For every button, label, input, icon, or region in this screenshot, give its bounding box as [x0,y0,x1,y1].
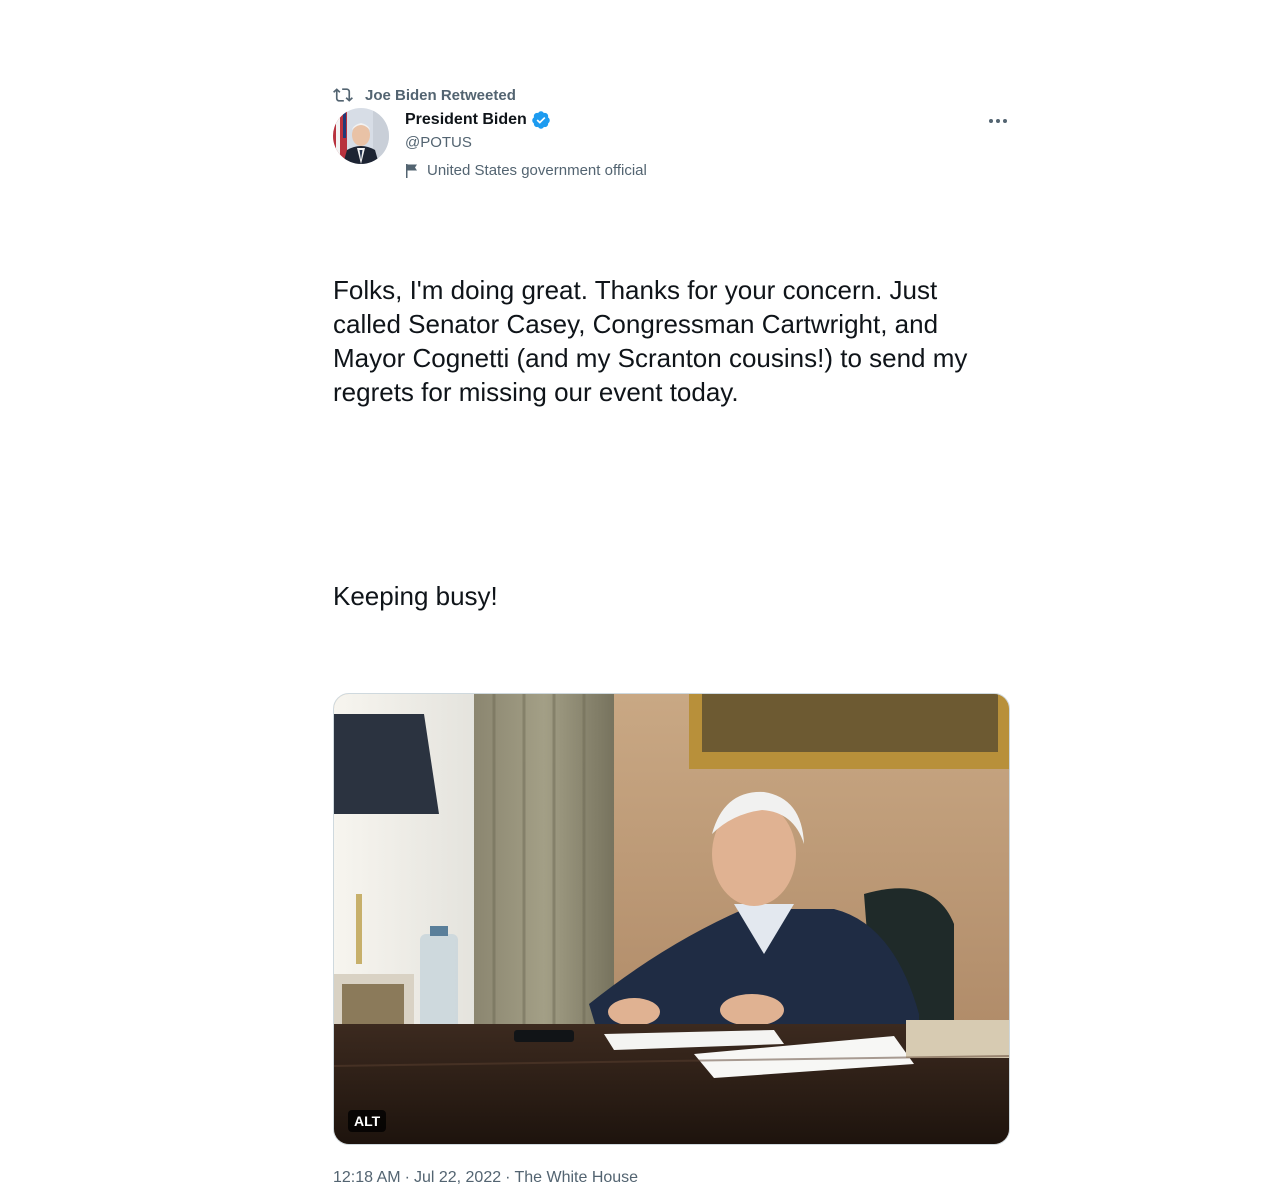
author-row: President Biden @POTUS United States gov [333,108,1010,179]
tweet: Joe Biden Retweeted President Biden @POT… [333,84,1010,1187]
government-label[interactable]: United States government official [405,162,647,179]
author-meta: President Biden @POTUS United States gov [405,108,647,179]
tweet-date[interactable]: Jul 22, 2022 [414,1169,501,1187]
alt-text-badge[interactable]: ALT [348,1110,387,1132]
separator: · [505,1169,511,1186]
verified-badge-icon[interactable] [531,110,551,130]
government-label-text: United States government official [427,162,647,179]
tweet-photo[interactable]: ALT [333,693,1010,1145]
tweet-time[interactable]: 12:18 AM [333,1169,401,1187]
tweet-source[interactable]: The White House [514,1169,638,1187]
tweet-metadata: 12:18 AM · Jul 22, 2022 · The White Hous… [333,1169,1010,1187]
author-name-line[interactable]: President Biden [405,108,647,132]
retweet-icon [333,85,353,105]
more-options-button[interactable] [986,108,1010,132]
more-options-icon [988,111,1008,129]
avatar[interactable] [333,108,389,164]
separator: · [404,1169,410,1186]
tweet-text-paragraph-2: Keeping busy! [333,581,498,611]
retweet-label: Joe Biden Retweeted [365,86,516,104]
tweet-text: Folks, I'm doing great. Thanks for your … [333,205,1010,681]
photo-illustration [334,694,1009,1144]
author-name[interactable]: President Biden [405,111,527,129]
retweet-context[interactable]: Joe Biden Retweeted [333,84,1010,106]
flag-icon [405,163,419,179]
tweet-text-paragraph-1: Folks, I'm doing great. Thanks for your … [333,275,975,407]
author-handle[interactable]: @POTUS [405,132,647,154]
